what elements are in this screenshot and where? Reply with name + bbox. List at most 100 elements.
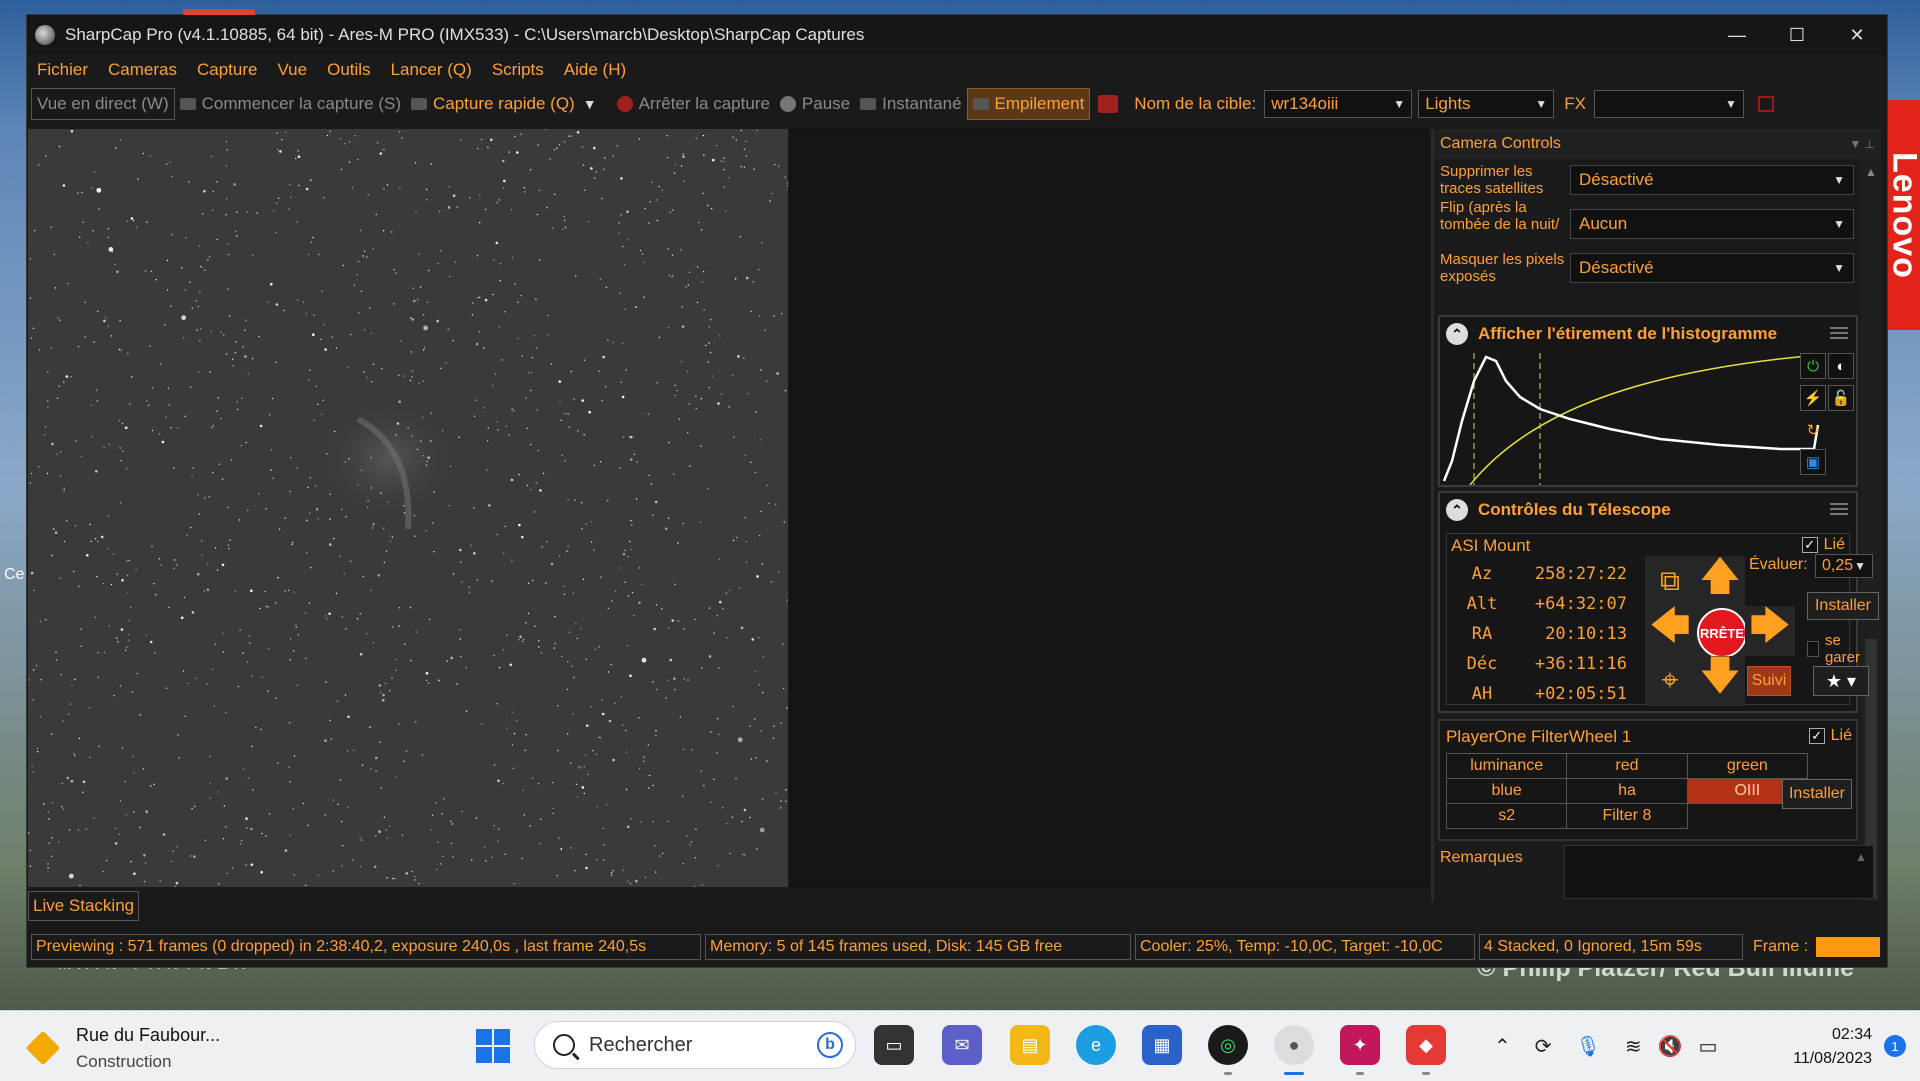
live-view-button[interactable]: Vue en direct (W) <box>31 88 175 120</box>
frame-type-select[interactable]: Lights ▼ <box>1418 90 1555 118</box>
astro-app-icon[interactable]: ✦ <box>1340 1025 1380 1075</box>
menu-aide[interactable]: Aide (H) <box>564 60 626 80</box>
filter-luminance[interactable]: luminance <box>1445 753 1568 779</box>
collapse-icon[interactable]: ⌃ <box>1446 323 1468 345</box>
pause-button[interactable]: Pause <box>775 89 855 119</box>
star-select-button[interactable]: ★ ▾ <box>1813 666 1869 696</box>
snapshot-button[interactable]: Instantané <box>855 89 966 119</box>
close-button[interactable]: ✕ <box>1827 15 1887 55</box>
scroll-up-icon[interactable]: ▲ <box>1855 850 1867 864</box>
microsoft-store-icon[interactable]: ▦ <box>1142 1025 1182 1065</box>
mask-pixels-value: Désactivé <box>1579 258 1654 277</box>
pin-icon[interactable]: ▼ ⊥ <box>1849 137 1875 151</box>
teams-chat-icon[interactable]: ✉ <box>942 1025 982 1065</box>
filterwheel-install-button[interactable]: Installer <box>1782 779 1852 809</box>
camera-controls-title: Camera Controls <box>1440 135 1561 152</box>
microphone-icon[interactable]: 🎙 <box>1576 1034 1601 1059</box>
camera-preview-image[interactable] <box>28 129 788 887</box>
menu-icon[interactable] <box>1830 503 1848 515</box>
histogram-header[interactable]: ⌃ Afficher l'étirement de l'histogramme <box>1440 317 1856 351</box>
edge-browser-icon[interactable]: e <box>1076 1025 1116 1065</box>
quick-capture-button[interactable]: Capture rapide (Q) ▼ <box>406 89 612 119</box>
move-west-button[interactable]: 🡄 <box>1645 604 1695 656</box>
notification-badge[interactable]: 1 <box>1884 1035 1906 1057</box>
menu-cameras[interactable]: Cameras <box>108 60 177 80</box>
camera-controls-header[interactable]: Camera Controls ▼ ⊥ <box>1434 129 1881 159</box>
move-north-button[interactable]: 🡅 <box>1695 554 1745 606</box>
filter-blue[interactable]: blue <box>1445 778 1568 804</box>
bing-icon[interactable]: b <box>817 1032 843 1058</box>
wifi-icon[interactable]: ≋ <box>1625 1034 1642 1059</box>
chevron-down-icon[interactable]: ▼ <box>583 96 597 112</box>
park-checkbox[interactable]: se garer <box>1807 632 1864 666</box>
filter-green[interactable]: green <box>1686 753 1809 779</box>
mask-pixels-select[interactable]: Désactivé ▼ <box>1570 253 1854 283</box>
scroll-up-icon[interactable]: ▲ <box>1865 165 1877 179</box>
tracking-button[interactable]: Suivi <box>1747 666 1791 696</box>
stop-icon <box>616 96 633 112</box>
filter-ha[interactable]: ha <box>1566 778 1688 804</box>
power-icon[interactable]: ⏻ <box>1800 353 1826 379</box>
telescope-header[interactable]: ⌃ Contrôles du Télescope <box>1440 493 1856 527</box>
collapse-icon[interactable]: ⌃ <box>1446 499 1468 521</box>
menu-scripts[interactable]: Scripts <box>492 60 544 80</box>
move-south-button[interactable]: 🡇 <box>1695 654 1745 706</box>
camera-controls-panel: Camera Controls ▼ ⊥ ▲ ▼ Supprimer les tr… <box>1431 129 1881 901</box>
file-explorer-icon[interactable]: ▤ <box>1010 1025 1050 1065</box>
menu-fichier[interactable]: Fichier <box>37 60 88 80</box>
lock-icon[interactable]: 🔓 <box>1828 385 1854 411</box>
telescope-group: ⌃ Contrôles du Télescope ASI Mount ✓ Lié … <box>1438 491 1879 713</box>
move-east-button[interactable]: 🡆 <box>1745 604 1795 656</box>
minimize-button[interactable]: — <box>1707 15 1767 55</box>
taskbar-search[interactable]: Rechercher b <box>534 1021 856 1069</box>
notes-textarea[interactable]: ▲ <box>1564 845 1874 899</box>
sync-icon[interactable]: ⟳ <box>1535 1034 1552 1059</box>
panel-scrollbar[interactable]: ▲ ▼ <box>1861 159 1881 901</box>
satellite-trails-value: Désactivé <box>1579 170 1654 189</box>
menu-vue[interactable]: Vue <box>277 60 307 80</box>
stacking-button[interactable]: Empilement <box>966 88 1091 120</box>
maximize-button[interactable]: ☐ <box>1767 15 1827 55</box>
battery-icon[interactable]: ▭ <box>1699 1034 1718 1059</box>
mount-install-button[interactable]: Installer <box>1807 592 1879 620</box>
menu-capture[interactable]: Capture <box>197 60 257 80</box>
stop-capture-button[interactable]: Arrêter la capture <box>612 89 775 119</box>
linked-label: Lié <box>1823 536 1845 553</box>
linked-label: Lié <box>1830 727 1852 744</box>
menu-icon[interactable] <box>1830 327 1848 339</box>
chevron-up-icon[interactable]: ⌃ <box>1494 1034 1511 1059</box>
filterwheel-linked-checkbox[interactable]: ✓ Lié <box>1808 727 1852 745</box>
anydesk-icon[interactable]: ◆ <box>1406 1025 1446 1075</box>
lightning-icon[interactable]: ⚡ <box>1800 385 1826 411</box>
start-button[interactable] <box>476 1029 510 1063</box>
start-capture-button[interactable]: Commencer la capture (S) <box>175 89 406 119</box>
live-stacking-tab[interactable]: Live Stacking <box>28 891 140 921</box>
satellite-trails-select[interactable]: Désactivé ▼ <box>1570 165 1854 195</box>
live-view-label: Vue en direct (W) <box>37 94 169 113</box>
flip-select[interactable]: Aucun ▼ <box>1570 209 1854 239</box>
fx-select[interactable]: ▼ <box>1593 90 1744 118</box>
contrast-icon[interactable]: ◐ <box>1828 353 1854 379</box>
phd2-guiding-icon[interactable]: ◎ <box>1208 1025 1248 1075</box>
menu-outils[interactable]: Outils <box>327 60 370 80</box>
save-icon[interactable]: ▣ <box>1800 449 1826 475</box>
title-bar[interactable]: SharpCap Pro (v4.1.10885, 64 bit) - Ares… <box>27 9 1887 55</box>
chevron-down-icon: ▼ <box>1833 261 1845 275</box>
coord-ra: RA 20:10:13 <box>1447 624 1627 644</box>
speaker-muted-icon[interactable]: 🔇 <box>1658 1034 1683 1059</box>
target-name-select[interactable]: wr134oiii ▼ <box>1264 90 1413 118</box>
reset-icon[interactable]: ↻ <box>1800 417 1826 443</box>
histogram-chart[interactable] <box>1440 351 1824 485</box>
mount-linked-checkbox[interactable]: ✓ Lié <box>1801 536 1845 554</box>
menu-lancer[interactable]: Lancer (Q) <box>391 60 472 80</box>
filter-8[interactable]: Filter 8 <box>1566 803 1688 829</box>
weather-widget[interactable]: Rue du Faubour... Construction <box>25 1025 220 1072</box>
filter-red[interactable]: red <box>1566 753 1688 779</box>
task-view-icon[interactable]: ▭ <box>874 1025 914 1065</box>
camera-icon <box>860 98 877 110</box>
filter-s2[interactable]: s2 <box>1445 803 1568 829</box>
sharpcap-taskbar-icon[interactable]: ● <box>1274 1025 1314 1075</box>
taskbar-clock[interactable]: 02:34 11/08/2023 <box>1793 1023 1872 1071</box>
center-target-icon[interactable]: ⌖ <box>1645 656 1695 706</box>
rate-select[interactable]: 0,25 ▼ <box>1815 554 1873 578</box>
